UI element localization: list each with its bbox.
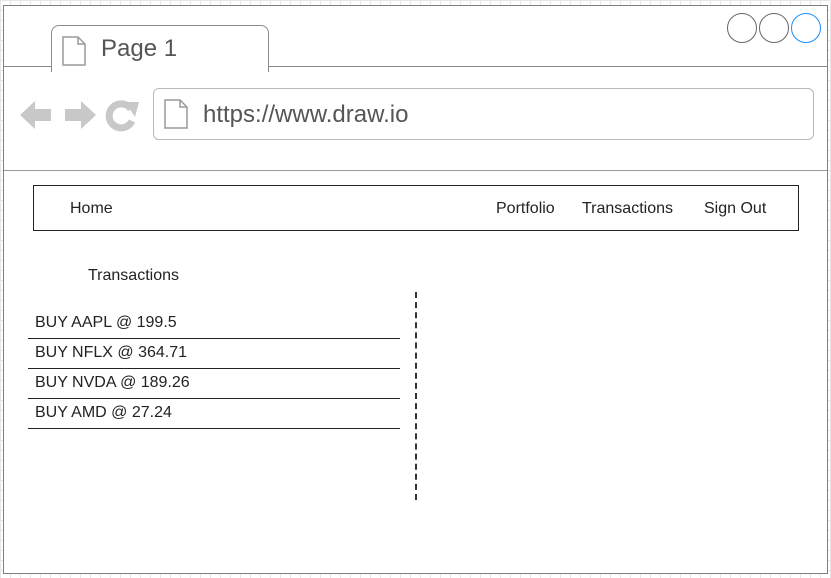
browser-window: Page 1 https://www.draw.io Home Portfoli…: [3, 5, 828, 574]
forward-arrow-icon[interactable]: [62, 97, 98, 133]
minimize-button[interactable]: [727, 13, 757, 43]
transaction-row[interactable]: BUY NVDA @ 189.26: [28, 369, 400, 399]
maximize-button[interactable]: [759, 13, 789, 43]
address-bar[interactable]: https://www.draw.io: [153, 88, 814, 140]
transaction-row[interactable]: BUY AMD @ 27.24: [28, 399, 400, 429]
document-icon: [62, 36, 86, 66]
reload-icon[interactable]: [104, 97, 140, 133]
transaction-list: BUY AAPL @ 199.5 BUY NFLX @ 364.71 BUY N…: [28, 309, 400, 429]
close-button[interactable]: [791, 13, 821, 43]
nav-home[interactable]: Home: [70, 200, 113, 218]
url-text: https://www.draw.io: [203, 101, 409, 128]
transaction-row[interactable]: BUY AAPL @ 199.5: [28, 309, 400, 339]
browser-tab[interactable]: Page 1: [51, 25, 269, 72]
nav-transactions[interactable]: Transactions: [582, 200, 673, 218]
page-icon: [164, 99, 188, 129]
toolbar-divider: [4, 170, 827, 171]
window-controls: [727, 13, 821, 43]
back-arrow-icon[interactable]: [18, 97, 54, 133]
navigation-controls: [18, 97, 140, 133]
tab-title: Page 1: [101, 35, 178, 62]
transaction-row[interactable]: BUY NFLX @ 364.71: [28, 339, 400, 369]
site-navbar: Home Portfolio Transactions Sign Out: [33, 185, 799, 231]
nav-portfolio[interactable]: Portfolio: [496, 200, 555, 218]
transactions-heading: Transactions: [88, 267, 179, 284]
nav-sign-out[interactable]: Sign Out: [704, 200, 766, 218]
vertical-dashed-divider: [415, 292, 417, 500]
